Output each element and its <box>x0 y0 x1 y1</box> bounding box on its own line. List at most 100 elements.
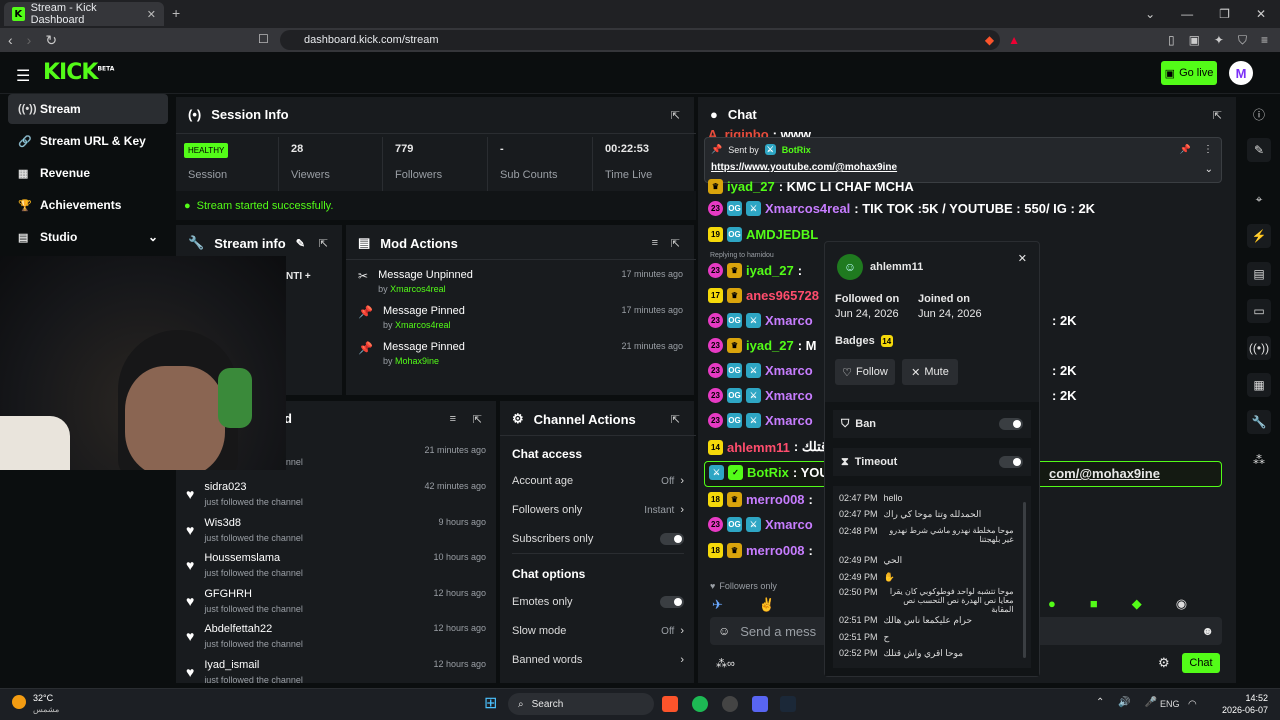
emotes-only-toggle[interactable] <box>660 596 684 608</box>
brave-app-icon[interactable] <box>662 696 678 712</box>
popout-icon[interactable]: ⇱ <box>671 109 680 122</box>
focus-icon[interactable]: ⌖ <box>1247 187 1271 211</box>
chat-username[interactable]: iyad_27 <box>746 338 794 353</box>
emoji-picker-icon[interactable]: ☺ <box>718 624 730 638</box>
banned-words-row[interactable]: Banned words › <box>512 654 684 666</box>
brave-shield-icon[interactable]: ◆ <box>985 33 994 47</box>
wifi-icon[interactable]: ◠ <box>1188 699 1197 710</box>
emote-icon[interactable]: ✈ <box>712 597 723 613</box>
windows-start-icon[interactable]: ⊞ <box>484 696 497 712</box>
chat-username[interactable]: anes965728 <box>746 288 819 303</box>
maximize-icon[interactable]: ❐ <box>1219 7 1230 21</box>
chevron-down-icon[interactable]: ⌄ <box>1145 7 1155 21</box>
pinned-user[interactable]: BotRix <box>782 145 811 155</box>
edit-icon[interactable]: ✎ <box>296 237 305 250</box>
nodes-icon[interactable]: ⁂ <box>1247 448 1271 472</box>
sidebar-item-studio[interactable]: ▤ Studio ⌄ <box>8 222 168 252</box>
discord-app-icon[interactable] <box>752 696 768 712</box>
mod-user[interactable]: Xmarcos4real <box>395 320 451 330</box>
popout-icon[interactable]: ⇱ <box>1213 109 1222 122</box>
hamburger-menu-icon[interactable]: ☰ <box>16 66 30 86</box>
back-icon[interactable]: ‹ <box>8 32 13 48</box>
chat-username[interactable]: merro008 <box>746 543 805 558</box>
more-options-icon[interactable]: ⋮ <box>1203 144 1213 155</box>
popout-icon[interactable]: ⇱ <box>473 413 482 426</box>
emote-icon[interactable]: ☻ <box>1201 624 1214 638</box>
send-chat-button[interactable]: Chat <box>1182 653 1220 673</box>
go-live-button[interactable]: ▣ Go live <box>1161 61 1217 85</box>
new-tab-icon[interactable]: + <box>172 5 180 21</box>
follower-name[interactable]: sidra023 <box>204 481 303 493</box>
chat-username[interactable]: Xmarco <box>765 363 813 378</box>
chat-link[interactable]: com/@mohax9ine <box>1049 466 1160 481</box>
url-field[interactable]: dashboard.kick.com/stream <box>280 30 1000 50</box>
menu-icon[interactable]: ≡ <box>1261 33 1268 47</box>
steam-app-icon[interactable] <box>780 696 796 712</box>
emote-icon[interactable]: ◆ <box>1132 596 1142 612</box>
sidebar-toggle-icon[interactable]: ▯ <box>1168 33 1175 47</box>
chat-username[interactable]: iyad_27 <box>746 263 794 278</box>
chat-username[interactable]: Xmarco <box>765 413 813 428</box>
settings-icon[interactable]: ⚙ <box>1158 655 1170 671</box>
layout-icon[interactable]: ▦ <box>1247 373 1271 397</box>
popout-icon[interactable]: ⇱ <box>671 413 680 426</box>
chat-username[interactable]: iyad_27 <box>727 179 775 194</box>
chat-username[interactable]: merro008 <box>746 492 805 507</box>
pinned-link[interactable]: https://www.youtube.com/@mohax9ine <box>711 162 897 173</box>
lightning-icon[interactable]: ⚡ <box>1247 224 1271 248</box>
popout-icon[interactable]: ⇱ <box>319 237 328 250</box>
chevron-up-icon[interactable]: ⌃ <box>1096 697 1104 708</box>
sidebar-item-achievements[interactable]: 🏆 Achievements <box>8 190 168 220</box>
taskbar-search[interactable]: ⌕ Search <box>508 693 654 715</box>
follower-name[interactable]: Houssemslama <box>204 552 303 564</box>
browser-tab[interactable]: K Stream - Kick Dashboard ✕ <box>4 2 164 26</box>
popout-icon[interactable]: ⇱ <box>671 237 680 250</box>
unpin-icon[interactable]: 📌 <box>1180 144 1191 155</box>
forward-icon[interactable]: › <box>27 32 32 48</box>
language-indicator[interactable]: ENG <box>1160 699 1180 709</box>
follow-button[interactable]: ♡ Follow <box>835 359 895 385</box>
history-scrollbar[interactable] <box>1023 502 1026 658</box>
volume-icon[interactable]: 🔊 <box>1118 697 1130 708</box>
microphone-icon[interactable]: 🎤 <box>1145 697 1157 708</box>
chat-bubble-icon[interactable]: ▭ <box>1247 299 1271 323</box>
chat-username[interactable]: Xmarco <box>765 517 813 532</box>
bookmark-icon[interactable]: ☐ <box>258 32 269 46</box>
filter-icon[interactable]: ≡ <box>652 237 658 249</box>
ban-toggle[interactable] <box>999 418 1023 430</box>
wallet-icon[interactable]: ▣ <box>1189 33 1200 47</box>
follower-name[interactable]: Iyad_ismail <box>204 659 303 671</box>
followers-only-row[interactable]: Followers only Instant › <box>512 504 684 516</box>
timeout-toggle[interactable] <box>999 456 1023 468</box>
avatar[interactable]: M <box>1229 61 1253 85</box>
chat-username[interactable]: ahlemm11 <box>727 440 790 455</box>
edit-icon[interactable]: ✎ <box>1247 138 1271 162</box>
clipboard-icon[interactable]: ▤ <box>1247 262 1271 286</box>
vpn-icon[interactable]: ⛉ <box>1238 33 1247 48</box>
emote-icon[interactable]: ✌ <box>759 597 775 613</box>
chat-username[interactable]: Xmarco <box>765 313 813 328</box>
mute-button[interactable]: ✕ Mute <box>902 359 958 385</box>
close-icon[interactable]: ✕ <box>1018 252 1027 265</box>
sidebar-item-stream[interactable]: ((•)) Stream <box>8 94 168 124</box>
sidebar-item-stream-url[interactable]: 🔗 Stream URL & Key <box>8 126 168 156</box>
emote-icon[interactable]: ● <box>1048 596 1056 612</box>
broadcast-icon[interactable]: ((•)) <box>1247 336 1271 360</box>
chat-username[interactable]: BotRix <box>747 465 789 480</box>
sidebar-item-revenue[interactable]: ▦ Revenue <box>8 158 168 188</box>
kick-logo[interactable]: KICKBETA <box>43 60 114 85</box>
follower-name[interactable]: GFGHRH <box>204 588 303 600</box>
mod-user[interactable]: Mohax9ine <box>395 356 439 366</box>
emote-icon[interactable]: ■ <box>1090 596 1098 612</box>
subscribers-only-toggle[interactable] <box>660 533 684 545</box>
follower-name[interactable]: Wis3d8 <box>204 517 303 529</box>
rewards-icon[interactable]: ▲ <box>1008 33 1020 47</box>
mod-user[interactable]: Xmarcos4real <box>390 284 446 294</box>
wrench-icon[interactable]: 🔧 <box>1247 410 1271 434</box>
minimize-icon[interactable]: — <box>1181 7 1193 21</box>
leo-icon[interactable]: ✦ <box>1214 33 1224 47</box>
close-window-icon[interactable]: ✕ <box>1256 7 1266 21</box>
chat-tools-icon[interactable]: ⁂∞ <box>716 657 735 670</box>
chat-username[interactable]: AMDJEDBL <box>746 227 818 242</box>
info-icon[interactable]: ⓘ <box>1247 102 1271 126</box>
